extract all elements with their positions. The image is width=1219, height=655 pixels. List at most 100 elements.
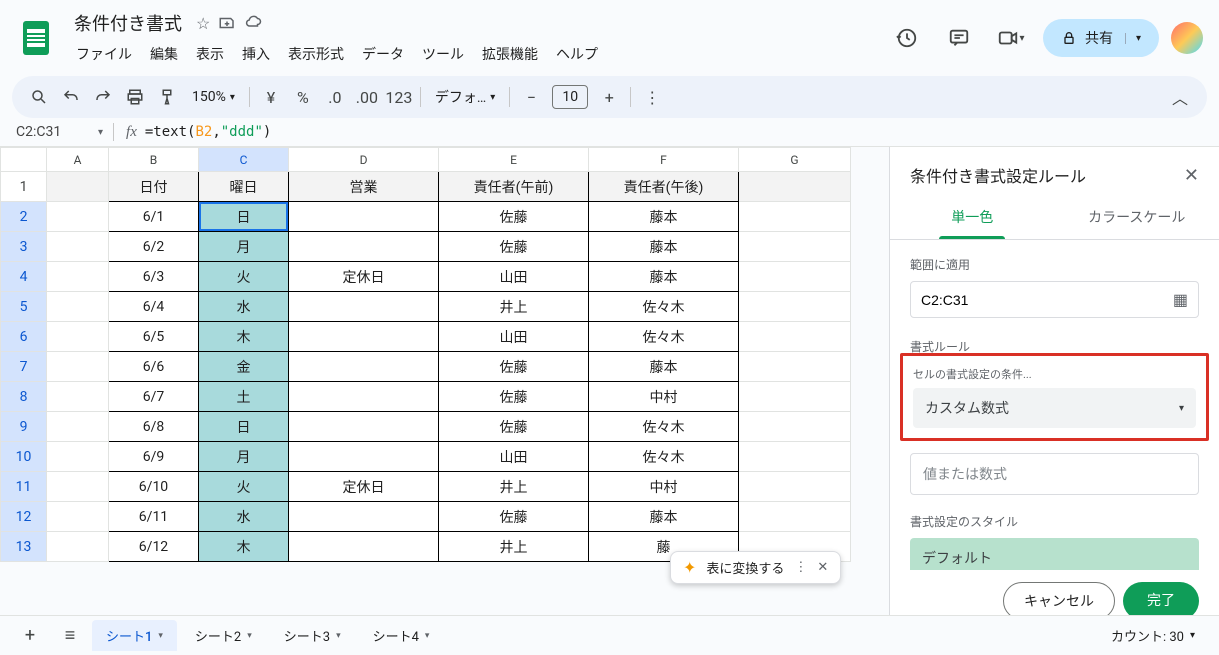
meet-icon[interactable]: ▾ [991, 18, 1031, 58]
header-cell[interactable]: 日付 [109, 172, 199, 202]
header-cell[interactable] [47, 172, 109, 202]
cell[interactable] [47, 232, 109, 262]
percent-button[interactable]: % [288, 82, 318, 112]
cell[interactable] [739, 262, 851, 292]
cell[interactable] [289, 202, 439, 232]
increase-decimal-icon[interactable]: .00 [352, 82, 382, 112]
paint-format-icon[interactable] [152, 82, 182, 112]
sheets-logo[interactable] [16, 18, 56, 58]
cell[interactable]: 佐藤 [439, 202, 589, 232]
menu-file[interactable]: ファイル [68, 40, 140, 68]
cell[interactable]: 井上 [439, 472, 589, 502]
cell[interactable] [289, 532, 439, 562]
cell[interactable]: 火 [199, 262, 289, 292]
cell[interactable] [739, 232, 851, 262]
cell[interactable]: 6/1 [109, 202, 199, 232]
cell[interactable]: 日 [199, 412, 289, 442]
cell[interactable]: 6/7 [109, 382, 199, 412]
cell[interactable]: 藤本 [589, 232, 739, 262]
cell[interactable] [739, 502, 851, 532]
cell[interactable]: 山田 [439, 262, 589, 292]
row-header-2[interactable]: 2 [1, 202, 47, 232]
menu-insert[interactable]: 挿入 [234, 40, 278, 68]
cell[interactable] [739, 442, 851, 472]
sheet-tab-2[interactable]: シート2▾ [181, 620, 266, 651]
cell[interactable]: 佐藤 [439, 412, 589, 442]
cell[interactable] [289, 502, 439, 532]
cell[interactable]: 火 [199, 472, 289, 502]
header-cell[interactable]: 責任者(午後) [589, 172, 739, 202]
select-range-icon[interactable]: ▦ [1173, 290, 1188, 309]
cell[interactable]: 土 [199, 382, 289, 412]
cell[interactable]: 6/3 [109, 262, 199, 292]
style-preview[interactable]: デフォルト [910, 538, 1199, 570]
account-avatar[interactable] [1171, 22, 1203, 54]
formula-input[interactable]: =text(B2,"ddd") [145, 124, 271, 140]
cell[interactable]: 藤本 [589, 262, 739, 292]
condition-select[interactable]: カスタム数式 ▾ [913, 388, 1196, 428]
redo-icon[interactable] [88, 82, 118, 112]
currency-button[interactable]: ¥ [256, 82, 286, 112]
cell[interactable]: 月 [199, 232, 289, 262]
cell[interactable]: 佐藤 [439, 502, 589, 532]
cell[interactable]: 6/8 [109, 412, 199, 442]
popup-more-icon[interactable]: ⋮ [794, 560, 807, 575]
cell[interactable]: 佐々木 [589, 412, 739, 442]
cell[interactable]: 水 [199, 502, 289, 532]
tab-single-color[interactable]: 単一色 [890, 195, 1055, 239]
cell[interactable]: 佐藤 [439, 352, 589, 382]
cell[interactable]: 中村 [589, 472, 739, 502]
font-size-input[interactable]: 10 [552, 85, 588, 109]
range-input-row[interactable]: ▦ [910, 281, 1199, 318]
select-all-cell[interactable] [1, 148, 47, 172]
col-header-C[interactable]: C [199, 148, 289, 172]
cell[interactable]: 水 [199, 292, 289, 322]
cell[interactable] [739, 292, 851, 322]
cell[interactable] [289, 352, 439, 382]
font-select[interactable]: デフォ… ▾ [427, 87, 503, 107]
search-icon[interactable] [24, 82, 54, 112]
cell[interactable]: 木 [199, 322, 289, 352]
more-toolbar-icon[interactable]: ⋮ [637, 82, 667, 112]
cell[interactable] [289, 442, 439, 472]
selection-count[interactable]: カウント: 30▾ [1111, 626, 1207, 645]
cell[interactable] [47, 412, 109, 442]
cell[interactable]: 佐藤 [439, 382, 589, 412]
cell[interactable] [47, 502, 109, 532]
cell[interactable]: 6/6 [109, 352, 199, 382]
doc-title[interactable]: 条件付き書式 [68, 8, 188, 38]
cell[interactable]: 井上 [439, 292, 589, 322]
range-input[interactable] [921, 292, 1173, 308]
cell[interactable] [47, 352, 109, 382]
row-header-13[interactable]: 13 [1, 532, 47, 562]
header-cell[interactable]: 曜日 [199, 172, 289, 202]
cell[interactable] [289, 382, 439, 412]
cell[interactable]: 6/11 [109, 502, 199, 532]
cell[interactable]: 6/10 [109, 472, 199, 502]
menu-tools[interactable]: ツール [414, 40, 472, 68]
cell[interactable]: 日 [199, 202, 289, 232]
cell[interactable] [47, 382, 109, 412]
cell[interactable]: 6/12 [109, 532, 199, 562]
cell[interactable] [289, 412, 439, 442]
row-header-8[interactable]: 8 [1, 382, 47, 412]
sheet-tab-4[interactable]: シート4▾ [359, 620, 444, 651]
formula-value-input[interactable]: 値または数式 [910, 453, 1199, 495]
tab-caret-icon[interactable]: ▾ [158, 631, 163, 641]
share-caret-icon[interactable]: ▾ [1125, 33, 1141, 44]
name-box-caret-icon[interactable]: ▾ [92, 127, 109, 138]
cell[interactable] [47, 532, 109, 562]
menu-view[interactable]: 表示 [188, 40, 232, 68]
star-icon[interactable]: ☆ [196, 14, 210, 33]
cell[interactable]: 金 [199, 352, 289, 382]
popup-close-icon[interactable]: ✕ [817, 560, 828, 575]
cell[interactable]: 藤本 [589, 202, 739, 232]
cell[interactable]: 6/9 [109, 442, 199, 472]
comment-icon[interactable] [939, 18, 979, 58]
panel-close-icon[interactable]: ✕ [1184, 165, 1199, 186]
history-icon[interactable] [887, 18, 927, 58]
row-header-3[interactable]: 3 [1, 232, 47, 262]
cell[interactable]: 山田 [439, 442, 589, 472]
cell[interactable]: 定休日 [289, 262, 439, 292]
menu-format[interactable]: 表示形式 [280, 40, 352, 68]
